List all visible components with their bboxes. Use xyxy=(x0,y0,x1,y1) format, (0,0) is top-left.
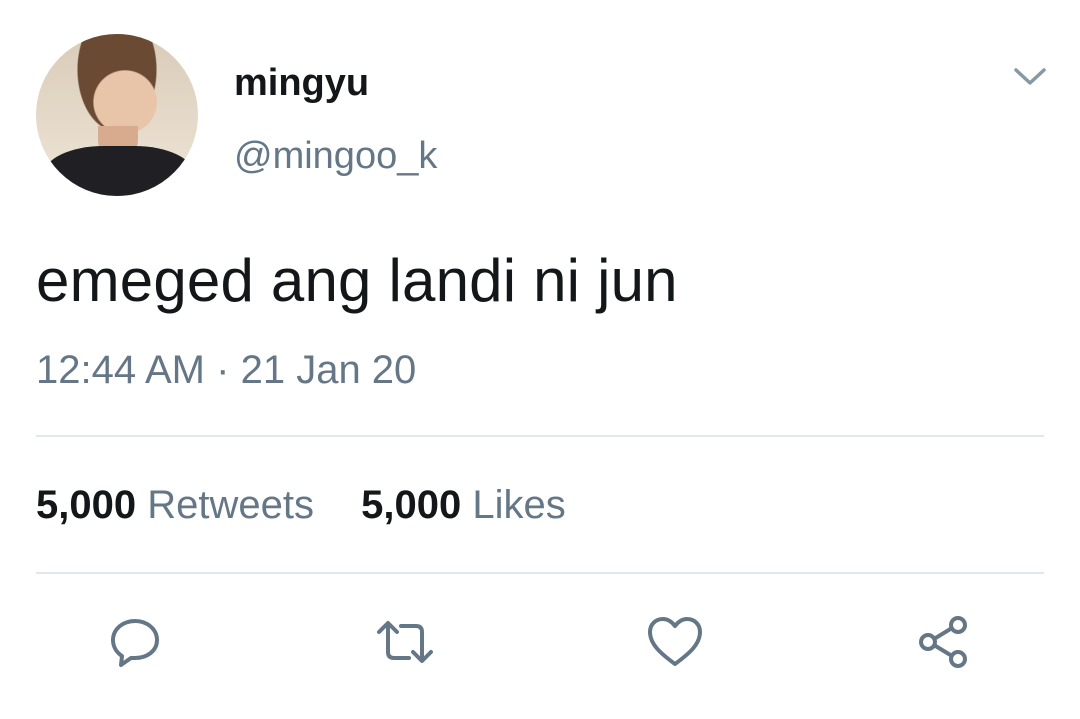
likes-stat[interactable]: 5,000 Likes xyxy=(361,483,566,527)
retweets-count: 5,000 xyxy=(36,483,137,527)
more-options-button[interactable] xyxy=(1010,60,1050,94)
tweet-stats: 5,000 Retweets 5,000 Likes xyxy=(36,483,602,528)
comment-icon xyxy=(107,614,163,670)
display-name[interactable]: mingyu xyxy=(234,62,369,105)
chevron-down-icon xyxy=(1013,67,1047,87)
meta-separator: · xyxy=(216,348,230,392)
tweet-date: 21 Jan 20 xyxy=(240,348,417,392)
retweets-label: Retweets xyxy=(147,483,314,527)
tweet-timestamp[interactable]: 12:44 AM · 21 Jan 20 xyxy=(36,348,416,393)
likes-count: 5,000 xyxy=(361,483,462,527)
like-button[interactable] xyxy=(645,612,705,672)
share-icon xyxy=(915,614,971,670)
heart-icon xyxy=(646,615,704,669)
tweet-time: 12:44 AM xyxy=(36,348,206,392)
reply-button[interactable] xyxy=(105,612,165,672)
divider-bottom xyxy=(36,572,1044,574)
avatar-shirt xyxy=(44,146,194,196)
divider-top xyxy=(36,435,1044,437)
retweet-icon xyxy=(375,614,435,670)
share-button[interactable] xyxy=(913,612,973,672)
user-handle[interactable]: @mingoo_k xyxy=(234,135,437,178)
retweets-stat[interactable]: 5,000 Retweets xyxy=(36,483,314,527)
likes-label: Likes xyxy=(472,483,566,527)
tweet-text: emeged ang landi ni jun xyxy=(36,247,678,314)
retweet-button[interactable] xyxy=(375,612,435,672)
avatar[interactable] xyxy=(36,34,198,196)
